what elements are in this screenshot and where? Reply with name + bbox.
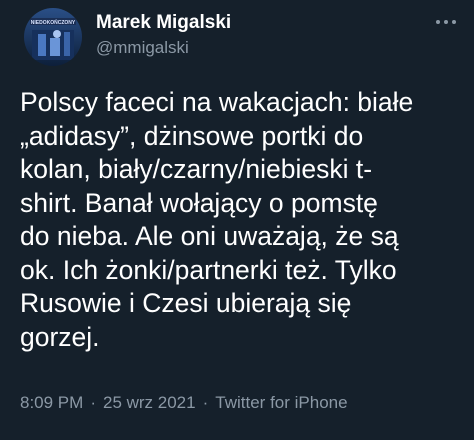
tweet-text: Polscy faceci na wakacjach: białe „adida… [20, 87, 414, 352]
meta-separator: · [90, 393, 96, 412]
author-handle[interactable]: @mmigalski [96, 38, 189, 58]
tweet-card: NIEDOKOŃCZONY Marek Migalski @mmigalski … [0, 0, 474, 440]
avatar-caption: NIEDOKOŃCZONY [31, 18, 76, 26]
avatar-image: NIEDOKOŃCZONY [24, 8, 82, 66]
meta-separator: · [202, 393, 209, 412]
more-horizontal-icon [436, 20, 456, 24]
tweet-source[interactable]: Twitter for iPhone [215, 393, 347, 413]
more-options-button[interactable] [432, 12, 460, 32]
tweet-meta: 8:09 PM · 25 wrz 2021 · Twitter for iPhone [20, 393, 348, 413]
tweet-date[interactable]: 25 wrz 2021 [103, 393, 196, 413]
avatar[interactable]: NIEDOKOŃCZONY [24, 8, 82, 66]
tweet-time[interactable]: 8:09 PM [20, 393, 83, 413]
author-display-name[interactable]: Marek Migalski [96, 12, 231, 34]
